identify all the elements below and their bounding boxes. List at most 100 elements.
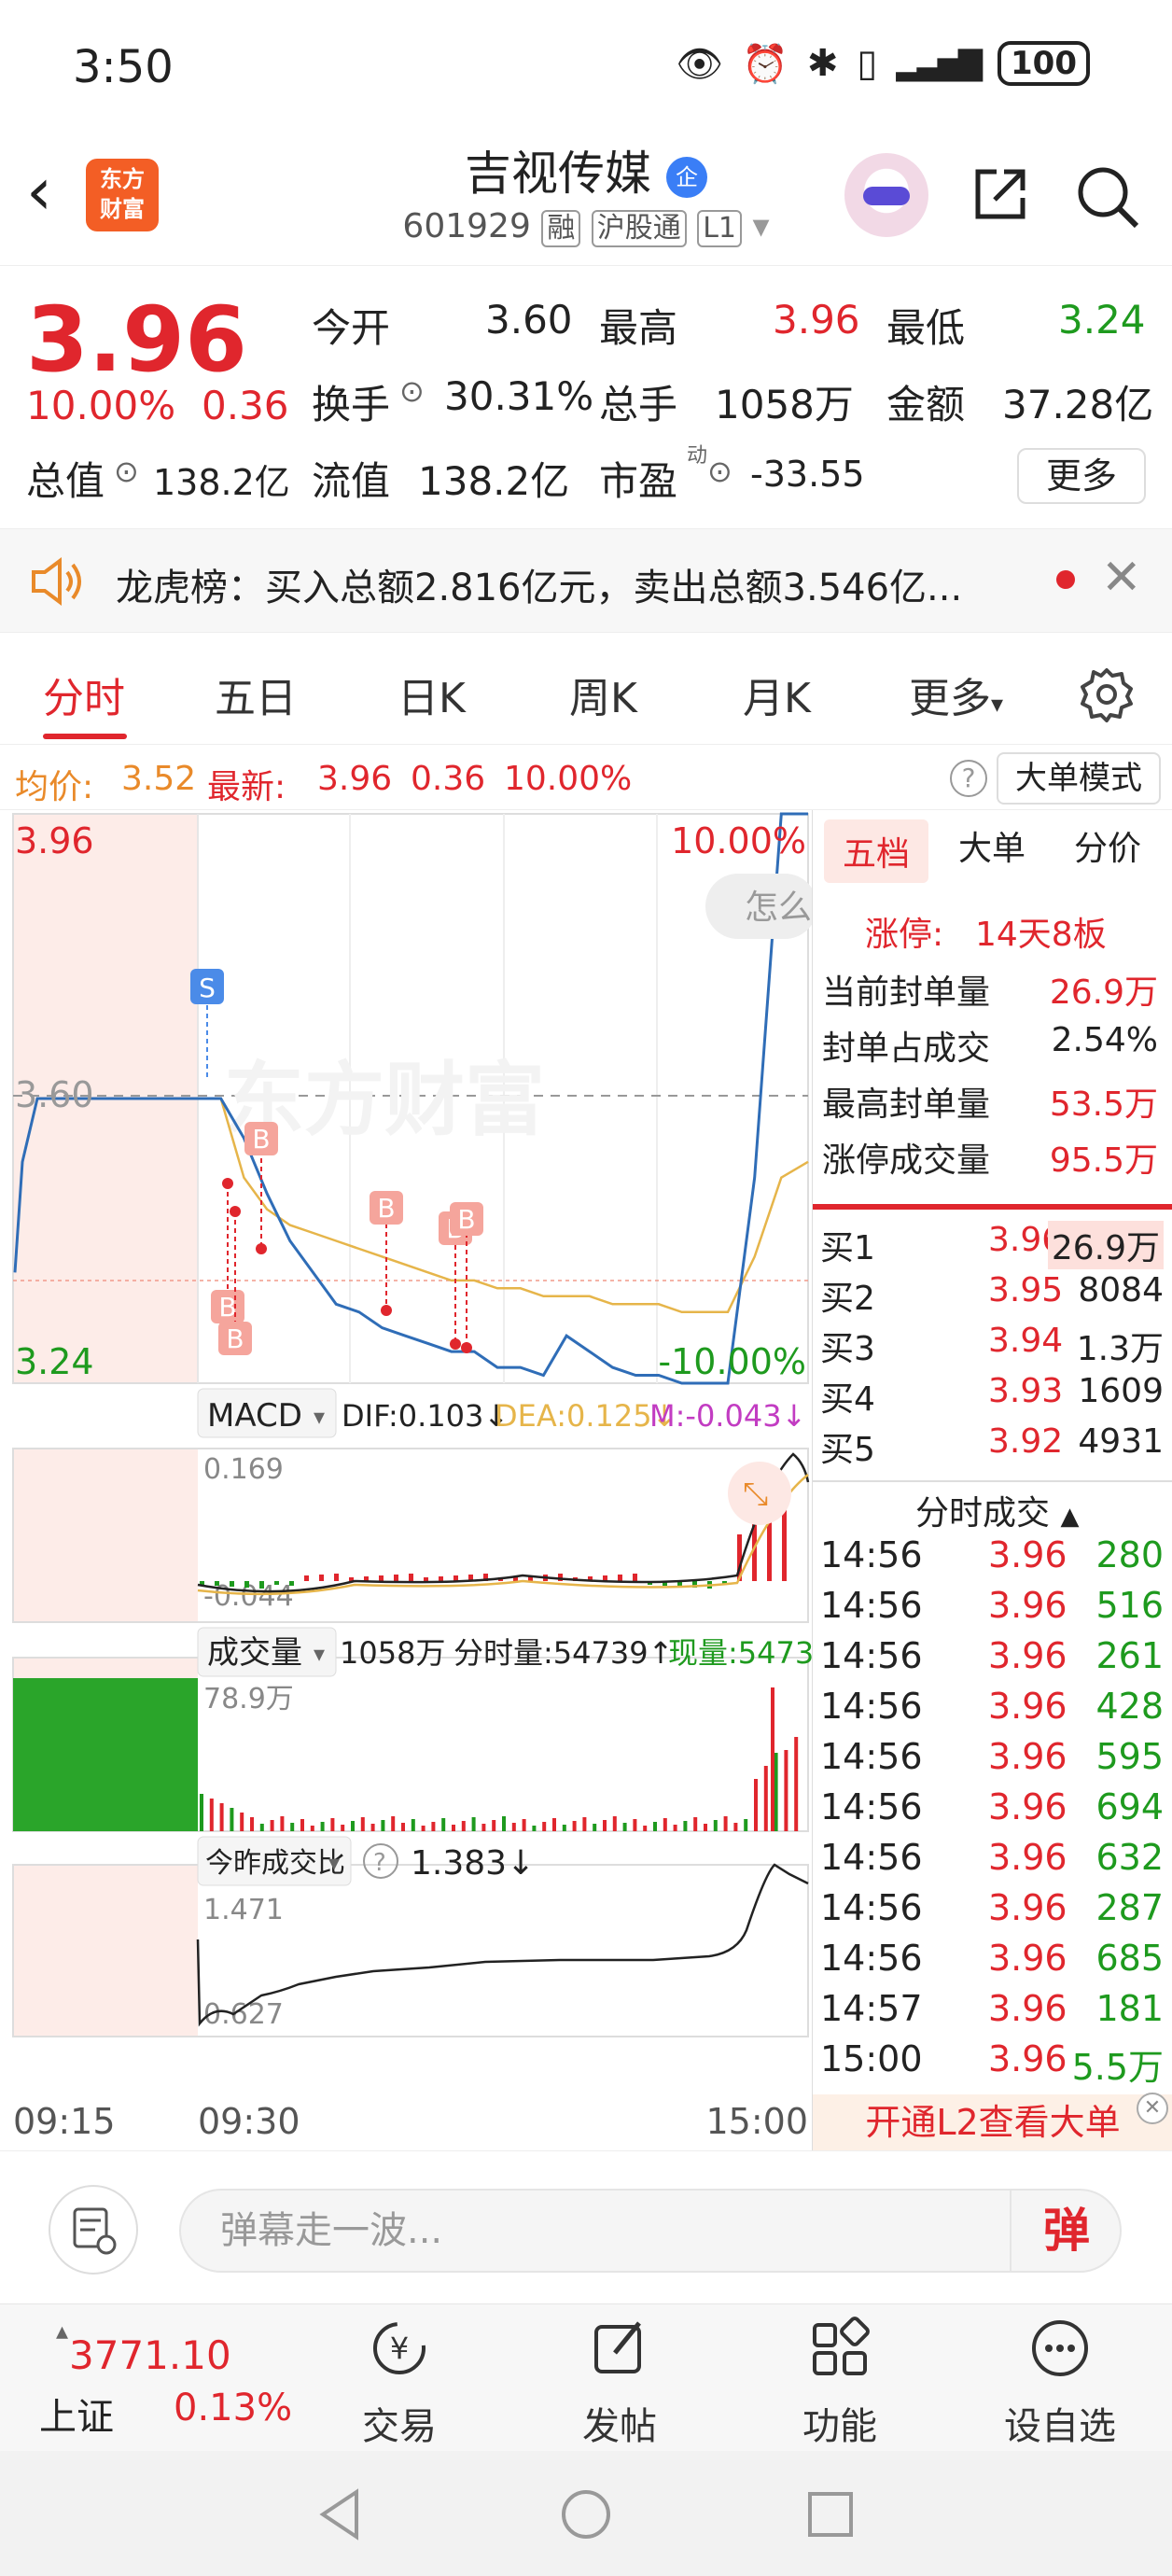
volume-bar [391,1816,396,1831]
volume-bar [481,1824,486,1831]
trade-price: 3.96 [988,1686,1067,1727]
tab-five-day[interactable]: 五日 [215,665,297,724]
volume-bar [290,1823,295,1831]
volume-bar [673,1825,677,1831]
share-icon[interactable] [970,164,1030,224]
orderbook-row: 买5 3.92 4931 [820,1422,1164,1469]
trade-time: 14:56 [820,1534,923,1575]
trade-volume: 694 [1095,1786,1164,1827]
time-label-open: 09:30 [198,2101,300,2142]
info-icon[interactable]: ⊙ [707,454,732,489]
orderbook-row: 买3 3.94 1.3万 [820,1322,1164,1368]
trades-title[interactable]: 分时成交 ▲ [915,1486,1079,1534]
volume-bar [572,1821,577,1831]
trade-volume: 428 [1095,1686,1164,1727]
amount-value: 37.28亿 [1002,382,1154,427]
comment-settings-icon [73,2207,117,2255]
trade-volume: 287 [1095,1887,1164,1928]
close-icon[interactable]: ✕ [1101,550,1142,606]
volume-bar [441,1818,446,1831]
trade-volume: 261 [1095,1635,1164,1676]
tab-price-distribution[interactable]: 分价 [1074,821,1141,870]
bullet-comment-input[interactable]: 弹幕走一波... [179,2189,1122,2273]
nav-trade[interactable]: ¥ 交易 [325,2316,474,2450]
avg-price-value: 3.52 [121,760,197,798]
period-tabs: 分时 五日 日K 周K 月K 更多▾ [0,642,1172,745]
nav-post[interactable]: 发帖 [545,2316,694,2450]
tab-weekly-k[interactable]: 周K [569,665,637,724]
caret-down-icon: ▾ [314,1404,325,1430]
trade-row: 14:56 3.96 261 [820,1635,1167,1684]
index-pct[interactable]: 0.13% [174,2387,292,2429]
tab-five-levels[interactable]: 五档 [824,819,929,883]
more-quote-button[interactable]: 更多 [1017,448,1146,504]
volume-bar [713,1820,718,1831]
back-triangle-icon[interactable] [314,2486,370,2542]
tab-big-orders[interactable]: 大单 [958,821,1026,870]
caret-down-icon: ▾ [328,1850,340,1876]
notice-bar[interactable]: 龙虎榜：买入总额2.816亿元，卖出总额3.546亿... ✕ [0,528,1172,633]
market-cap-label: 总值 [26,458,105,504]
trade-time: 14:56 [820,1736,923,1777]
volume-bar [471,1817,476,1831]
close-icon[interactable]: ✕ [1137,2093,1168,2124]
trade-time: 14:56 [820,1887,923,1928]
volume-bar [370,1824,375,1831]
marker-b[interactable]: B [244,1122,278,1254]
volume-bar [401,1823,405,1831]
tab-intraday[interactable]: 分时 [43,665,125,724]
volume-bar [250,1817,254,1831]
nav-add-watchlist[interactable]: 设自选 [985,2316,1135,2450]
stock-name: 吉视传媒 [465,147,652,201]
limit-up-label: 涨停: [865,916,944,954]
nav-features[interactable]: 功能 [765,2316,914,2450]
latest-change: 0.36 [411,760,486,798]
caret-down-icon[interactable]: ▾ [752,207,769,245]
macd-dea-line [197,1474,809,1596]
trade-row: 14:56 3.96 516 [820,1585,1167,1633]
gear-icon[interactable] [1079,666,1135,722]
macd-bar [394,1575,398,1581]
change-pct: 10.00% [26,383,176,428]
trade-time: 14:56 [820,1635,923,1676]
ratio-label[interactable]: 今昨成交比 [205,1847,345,1880]
info-icon[interactable]: ⊙ [399,373,425,409]
ratio-top: 1.471 [203,1894,284,1926]
status-icons: 👁 ⏰ ✱ ▯ ▂▃▅▇ 100 [676,41,1090,86]
caret-down-icon: ▾ [314,1641,325,1667]
index-name[interactable]: 上证 [39,2387,114,2441]
index-value[interactable]: 3771.10 [69,2332,231,2378]
tab-monthly-k[interactable]: 月K [743,665,811,724]
unread-dot [1056,570,1075,589]
info-icon[interactable]: ⊙ [114,454,139,489]
home-circle-icon[interactable] [558,2486,614,2542]
trade-price: 3.96 [988,1887,1067,1928]
macd-top: 0.169 [203,1453,284,1486]
marker-b[interactable]: B [211,1178,244,1323]
volume-label[interactable]: 成交量 [207,1634,302,1672]
help-icon[interactable]: ? [950,760,987,797]
intraday-chart[interactable]: 东方财富 3.96 3.60 3.24 10.00% -10.00% 怎么 S … [0,810,833,2150]
volume-bar [219,1803,224,1831]
recents-square-icon[interactable] [802,2486,858,2542]
big-order-mode-button[interactable]: 大单模式 [997,752,1161,805]
yuan-exchange-icon: ¥ [373,2322,426,2374]
open-l2-button[interactable]: 开通L2查看大单 [813,2094,1172,2150]
comment-settings-button[interactable] [49,2185,138,2275]
axis-top-price: 3.96 [15,820,94,861]
tab-daily-k[interactable]: 日K [398,665,466,724]
macd-label[interactable]: MACD [207,1397,302,1435]
volume-bar [452,1825,455,1831]
search-icon[interactable] [1075,164,1140,230]
trade-time: 15:00 [820,2038,923,2079]
tab-more[interactable]: 更多▾ [909,665,1003,724]
divider [813,1204,1172,1210]
volume-bar [330,1818,335,1831]
send-bullet-button[interactable]: 弹 [1010,2189,1122,2273]
stock-header: ‹ 东方 财富 吉视传媒 企 601929 融 沪股通 L1 ▾ [0,131,1172,266]
volume-bar [381,1820,385,1831]
vibrate-icon: ▯ [857,42,878,85]
assistant-avatar-button[interactable] [844,153,928,237]
preopen-band-macd [13,1449,198,1622]
status-bar: 3:50 👁 ⏰ ✱ ▯ ▂▃▅▇ 100 [0,0,1172,131]
